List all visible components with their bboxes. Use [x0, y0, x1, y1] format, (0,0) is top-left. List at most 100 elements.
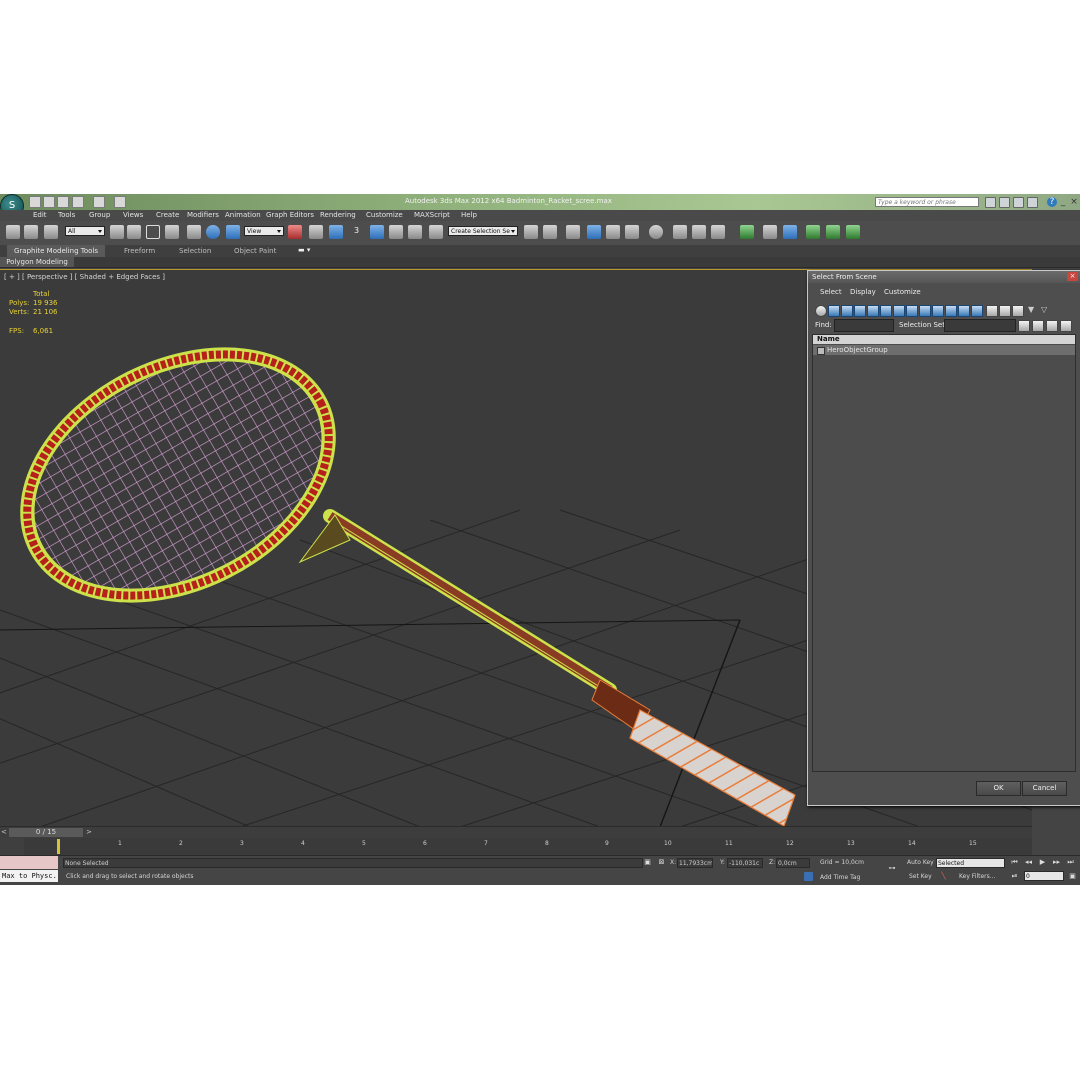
time-slider-handle[interactable]: 0 / 15 [9, 828, 83, 837]
mirror-icon[interactable] [524, 225, 538, 239]
rendered-frame-window-icon[interactable] [692, 225, 706, 239]
redo-icon[interactable] [93, 196, 105, 208]
tab-graphite-modeling-tools[interactable]: Graphite Modeling Tools [7, 245, 105, 257]
maxscript-mini-listener[interactable]: Max to Physc. [0, 870, 58, 882]
display-hidden-icon[interactable] [971, 305, 983, 317]
play-icon[interactable]: ▶ [1038, 858, 1047, 867]
prev-frame-icon[interactable]: < [1, 828, 7, 836]
lock-selection-icon[interactable]: ▣ [643, 858, 652, 867]
filter-icon[interactable]: ▼ [1028, 305, 1038, 315]
name-column-header[interactable]: Name [813, 335, 1075, 344]
display-helpers-icon[interactable] [880, 305, 892, 317]
help-circle-icon[interactable]: ? [1047, 197, 1057, 207]
select-invert-icon[interactable] [1060, 320, 1072, 332]
display-containers-icon[interactable] [945, 305, 957, 317]
menu-maxscript[interactable]: MAXScript [414, 211, 450, 219]
display-space-warps-icon[interactable] [893, 305, 905, 317]
y-coordinate-field[interactable]: -110,031c [727, 858, 763, 868]
curve-editor-icon[interactable] [606, 225, 620, 239]
menu-animation[interactable]: Animation [225, 211, 261, 219]
cancel-button[interactable]: Cancel [1022, 781, 1067, 796]
key-mode-dropdown[interactable]: Selected [936, 858, 1005, 868]
unlink-icon[interactable] [24, 225, 38, 239]
layer-manager-icon[interactable] [566, 225, 580, 239]
display-lights-icon[interactable] [854, 305, 866, 317]
z-coordinate-field[interactable]: 0,0cm [776, 858, 810, 868]
rectangular-selection-icon[interactable] [146, 225, 160, 239]
edit-named-selection-icon[interactable] [429, 225, 443, 239]
go-to-end-icon[interactable]: ⏭ [1066, 858, 1075, 867]
select-and-manipulate-icon[interactable] [309, 225, 323, 239]
percent-snap-icon[interactable] [389, 225, 403, 239]
bind-space-warp-icon[interactable] [44, 225, 58, 239]
new-file-icon[interactable] [29, 196, 41, 208]
tab-object-paint[interactable]: Object Paint [234, 247, 276, 255]
display-groups-icon[interactable] [906, 305, 918, 317]
biped-icon[interactable] [806, 225, 820, 239]
search-input[interactable]: Type a keyword or phrase [875, 197, 979, 207]
star-icon[interactable] [1013, 197, 1024, 208]
select-all-icon[interactable] [1032, 320, 1044, 332]
dialog-title-bar[interactable]: Select From Scene × [808, 271, 1080, 283]
ok-button[interactable]: OK [976, 781, 1021, 796]
angle-snap-icon[interactable] [370, 225, 384, 239]
x-coordinate-field[interactable]: 11,7933cm [677, 858, 713, 868]
wrench-icon[interactable] [999, 197, 1010, 208]
particle-view-icon[interactable] [763, 225, 777, 239]
auto-key-button[interactable]: Auto Key [907, 859, 934, 866]
menu-help[interactable]: Help [461, 211, 477, 219]
render-setup-icon[interactable] [673, 225, 687, 239]
graphite-toggle-icon[interactable] [587, 225, 601, 239]
minimize-icon[interactable]: _ [1058, 197, 1068, 207]
menu-modifiers[interactable]: Modifiers [187, 211, 219, 219]
list-item[interactable]: HeroObjectGroup [813, 345, 1075, 355]
menu-customize[interactable]: Customize [366, 211, 403, 219]
current-frame-field[interactable]: 0 [1024, 871, 1064, 881]
scene-explorer-icon[interactable] [783, 225, 797, 239]
display-bones-icon[interactable] [932, 305, 944, 317]
dialog-menu-display[interactable]: Display [850, 288, 876, 296]
named-selection-dropdown[interactable]: Create Selection Se [448, 226, 518, 236]
undo-icon[interactable] [72, 196, 84, 208]
selection-set-dropdown[interactable] [944, 319, 1016, 332]
ribbon-options-icon[interactable]: ▬ ▾ [298, 246, 310, 254]
reference-coordinate-dropdown[interactable]: View [244, 226, 284, 236]
scale-icon[interactable] [226, 225, 240, 239]
reactor-icon[interactable] [826, 225, 840, 239]
material-editor-icon[interactable] [649, 225, 663, 239]
select-object-icon[interactable] [110, 225, 124, 239]
window-crossing-icon[interactable] [165, 225, 179, 239]
time-tag-icon[interactable] [804, 872, 813, 881]
container-icon[interactable] [740, 225, 754, 239]
select-and-link-icon[interactable] [6, 225, 20, 239]
mini-curve-editor-icon[interactable] [0, 838, 24, 855]
spinner-snap-icon[interactable] [408, 225, 422, 239]
tab-selection[interactable]: Selection [179, 247, 211, 255]
close-window-icon[interactable]: × [1069, 197, 1079, 207]
display-cameras-icon[interactable] [867, 305, 879, 317]
select-none-icon[interactable] [1046, 320, 1058, 332]
selection-set-arrow-icon[interactable] [1018, 320, 1030, 332]
absolute-mode-icon[interactable]: ⊠ [657, 858, 666, 867]
key-mode-toggle-icon[interactable]: ⏯ [1010, 872, 1019, 881]
schematic-view-icon[interactable] [625, 225, 639, 239]
menu-group[interactable]: Group [89, 211, 110, 219]
dialog-menu-customize[interactable]: Customize [884, 288, 921, 296]
rotate-icon[interactable] [206, 225, 220, 239]
maxscript-listener-output[interactable] [0, 856, 58, 869]
next-frame-icon[interactable]: > [86, 828, 92, 836]
snaps-toggle-icon[interactable]: 3 [354, 226, 359, 235]
help-icon[interactable] [1027, 197, 1038, 208]
next-key-icon[interactable]: ▸▸ [1052, 858, 1061, 867]
pivot-center-icon[interactable] [288, 225, 302, 239]
display-all-icon[interactable] [986, 305, 998, 317]
render-production-icon[interactable] [711, 225, 725, 239]
time-configuration-icon[interactable]: ▣ [1068, 872, 1077, 881]
track-bar[interactable]: 1 2 3 4 5 6 7 8 9 10 11 12 13 14 15 [0, 838, 1032, 855]
display-selected-icon[interactable] [1012, 305, 1024, 317]
polygon-modeling-panel[interactable]: Polygon Modeling [0, 257, 74, 267]
dialog-close-icon[interactable]: × [1067, 272, 1078, 281]
go-to-start-icon[interactable]: ⏮ [1010, 858, 1019, 867]
tab-freeform[interactable]: Freeform [124, 247, 155, 255]
keyboard-shortcut-override-icon[interactable] [329, 225, 343, 239]
